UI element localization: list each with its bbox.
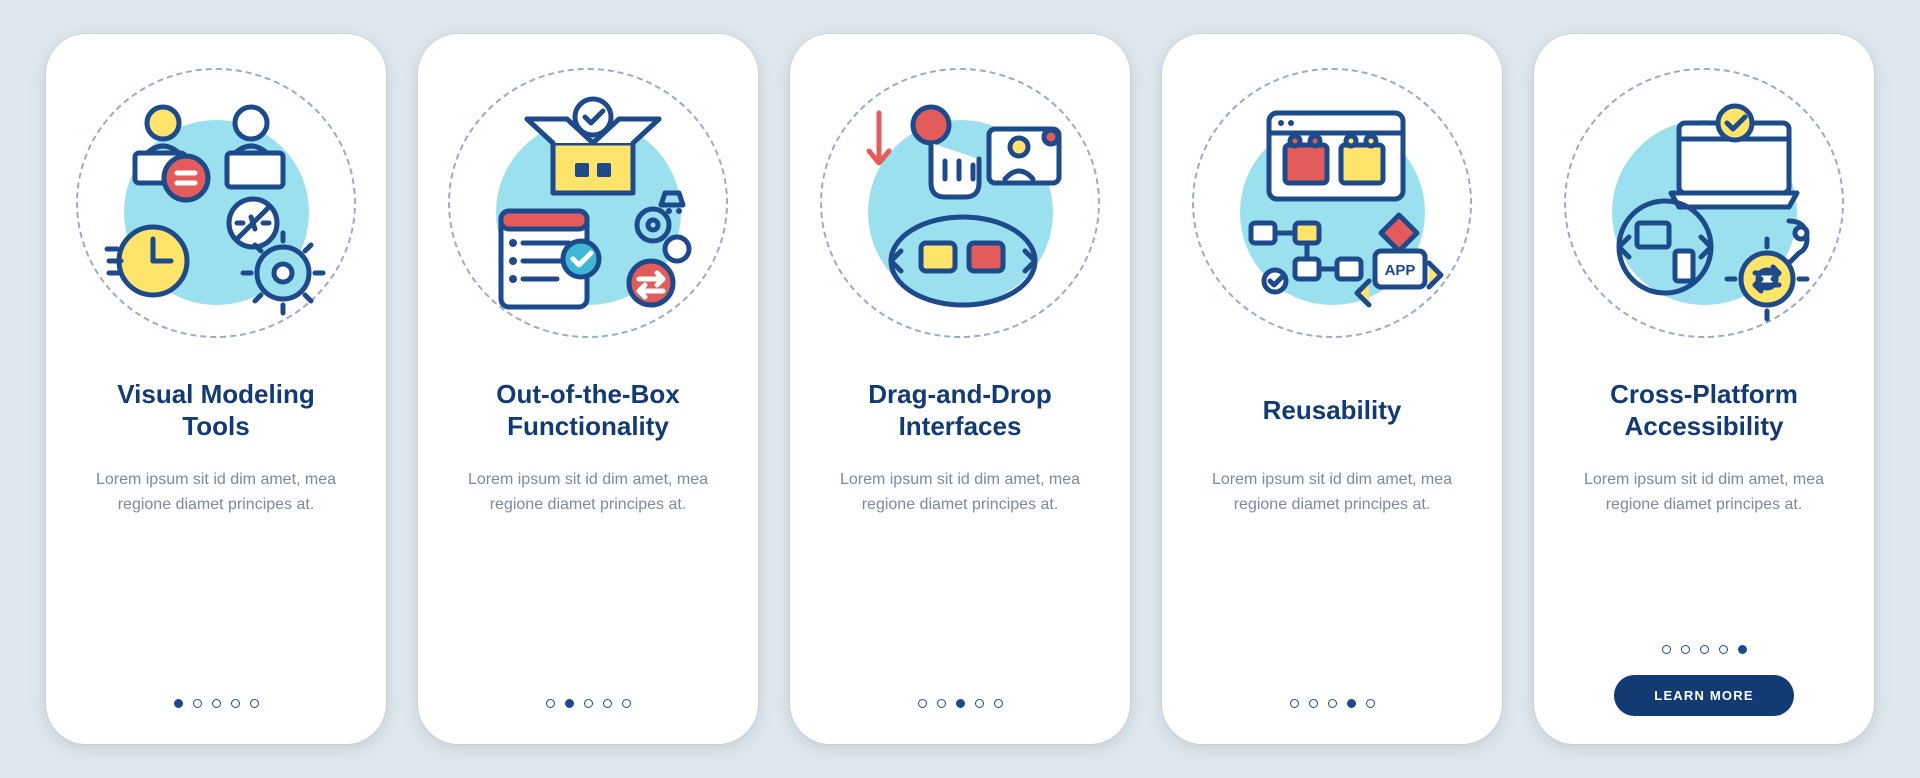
out-of-box-icon bbox=[448, 68, 728, 338]
dot-1[interactable] bbox=[1290, 699, 1299, 708]
dot-3[interactable] bbox=[584, 699, 593, 708]
dot-4[interactable] bbox=[975, 699, 984, 708]
dot-3[interactable] bbox=[1328, 699, 1337, 708]
dot-3[interactable] bbox=[212, 699, 221, 708]
onboarding-cards-row: Visual Modeling Tools Lorem ipsum sit id… bbox=[46, 34, 1874, 744]
pagination-dots bbox=[546, 699, 631, 708]
dot-2[interactable] bbox=[565, 699, 574, 708]
dot-2[interactable] bbox=[1681, 645, 1690, 654]
card-title: Out-of-the-Box Functionality bbox=[452, 376, 724, 444]
dot-1[interactable] bbox=[546, 699, 555, 708]
card-body: Lorem ipsum sit id dim amet, mea regione… bbox=[74, 468, 358, 518]
drag-drop-icon bbox=[820, 68, 1100, 338]
onboarding-card-5: Cross-Platform Accessibility Lorem ipsum… bbox=[1534, 34, 1874, 744]
card-title: Reusability bbox=[1263, 376, 1402, 444]
dot-5[interactable] bbox=[1738, 645, 1747, 654]
onboarding-card-2: Out-of-the-Box Functionality Lorem ipsum… bbox=[418, 34, 758, 744]
reusability-icon: APP bbox=[1192, 68, 1472, 338]
card-body: Lorem ipsum sit id dim amet, mea regione… bbox=[446, 468, 730, 518]
dot-4[interactable] bbox=[603, 699, 612, 708]
dot-4[interactable] bbox=[1719, 645, 1728, 654]
dot-5[interactable] bbox=[622, 699, 631, 708]
card-body: Lorem ipsum sit id dim amet, mea regione… bbox=[1562, 468, 1846, 518]
cross-platform-icon bbox=[1564, 68, 1844, 338]
dot-5[interactable] bbox=[250, 699, 259, 708]
dot-1[interactable] bbox=[918, 699, 927, 708]
onboarding-card-3: Drag-and-Drop Interfaces Lorem ipsum sit… bbox=[790, 34, 1130, 744]
dot-1[interactable] bbox=[174, 699, 183, 708]
dot-1[interactable] bbox=[1662, 645, 1671, 654]
dot-4[interactable] bbox=[231, 699, 240, 708]
svg-text:APP: APP bbox=[1385, 262, 1416, 279]
card-body: Lorem ipsum sit id dim amet, mea regione… bbox=[818, 468, 1102, 518]
dot-4[interactable] bbox=[1347, 699, 1356, 708]
card-title: Drag-and-Drop Interfaces bbox=[824, 376, 1096, 444]
learn-more-button[interactable]: LEARN MORE bbox=[1614, 675, 1793, 716]
dot-5[interactable] bbox=[1366, 699, 1375, 708]
dot-3[interactable] bbox=[956, 699, 965, 708]
dot-2[interactable] bbox=[937, 699, 946, 708]
pagination-dots bbox=[174, 699, 259, 708]
pagination-dots bbox=[1662, 645, 1747, 654]
dot-2[interactable] bbox=[193, 699, 202, 708]
pagination-dots bbox=[1290, 699, 1375, 708]
dot-5[interactable] bbox=[994, 699, 1003, 708]
visual-modeling-icon bbox=[76, 68, 356, 338]
pagination-dots bbox=[918, 699, 1003, 708]
onboarding-card-1: Visual Modeling Tools Lorem ipsum sit id… bbox=[46, 34, 386, 744]
card-body: Lorem ipsum sit id dim amet, mea regione… bbox=[1190, 468, 1474, 518]
card-title: Visual Modeling Tools bbox=[80, 376, 352, 444]
dot-3[interactable] bbox=[1700, 645, 1709, 654]
dot-2[interactable] bbox=[1309, 699, 1318, 708]
onboarding-card-4: APP Reusability Lorem ipsum sit id dim a… bbox=[1162, 34, 1502, 744]
card-title: Cross-Platform Accessibility bbox=[1568, 376, 1840, 444]
